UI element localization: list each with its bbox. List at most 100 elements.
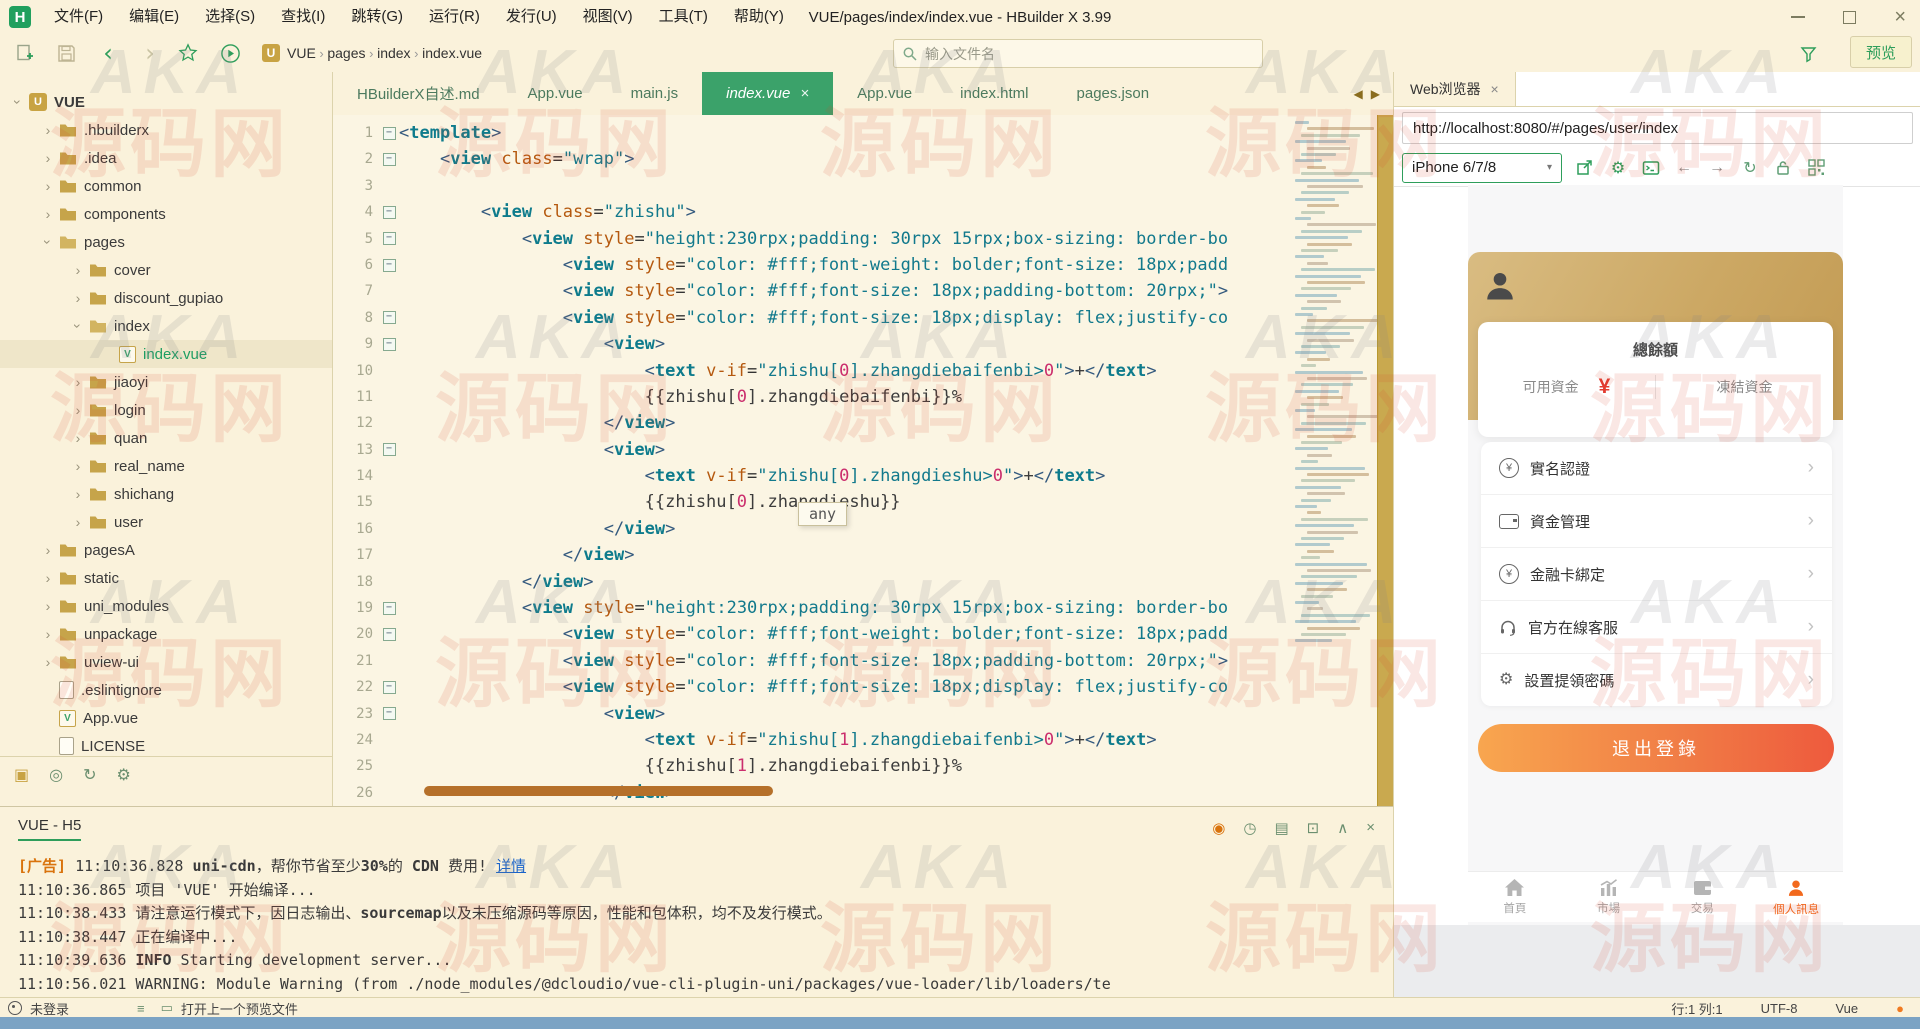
preview-file-icon[interactable]: ▭ [161, 1000, 173, 1016]
tree-item-.hbuilderx[interactable]: ›.hbuilderx [0, 116, 332, 144]
menu-item-S[interactable]: 选择(S) [192, 0, 268, 34]
user-menu-item[interactable]: 官方在線客服› [1481, 600, 1832, 653]
tree-item-uni_modules[interactable]: ›uni_modules [0, 592, 332, 620]
tab-scroll-left-icon[interactable]: ◀ [1354, 87, 1363, 101]
outline-icon[interactable]: ≡ [137, 1001, 145, 1016]
tree-item-quan[interactable]: ›quan [0, 424, 332, 452]
tree-item-pages[interactable]: ›pages [0, 228, 332, 256]
menu-item-E[interactable]: 编辑(E) [116, 0, 192, 34]
tab-index.html[interactable]: index.html [936, 72, 1052, 115]
minimize-icon[interactable] [1791, 16, 1805, 18]
detail-link[interactable]: 详情 [496, 857, 526, 875]
clear-icon[interactable]: × [1366, 819, 1375, 837]
menu-item-F[interactable]: 文件(F) [41, 0, 116, 34]
fold-icon[interactable]: − [379, 701, 399, 727]
fold-icon[interactable]: − [379, 146, 399, 172]
autocomplete-popup[interactable]: any [798, 502, 847, 526]
filetype-label[interactable]: Vue [1835, 1001, 1858, 1016]
phone-tab-首頁[interactable]: 首頁 [1468, 872, 1562, 922]
menu-item-R[interactable]: 运行(R) [416, 0, 493, 34]
notification-icon[interactable]: ● [1896, 1001, 1904, 1016]
account-status-icon[interactable] [8, 1001, 22, 1015]
tree-item-jiaoyi[interactable]: ›jiaoyi [0, 368, 332, 396]
tree-item-.idea[interactable]: ›.idea [0, 144, 332, 172]
record-icon[interactable]: ◉ [1212, 819, 1225, 837]
tab-close-icon[interactable]: × [800, 85, 809, 102]
sync-icon[interactable]: ↻ [83, 765, 96, 785]
breadcrumb-item[interactable]: pages [327, 45, 365, 61]
phone-tab-市場[interactable]: 市場 [1562, 872, 1656, 922]
history-icon[interactable]: ◷ [1243, 819, 1256, 837]
avatar[interactable] [1482, 268, 1518, 304]
explorer-icon[interactable]: ▣ [14, 765, 29, 785]
editor-horizontal-scrollbar[interactable] [424, 786, 773, 796]
collapse-icon[interactable]: ∧ [1337, 819, 1348, 837]
editor-vertical-scrollbar[interactable] [1377, 115, 1394, 806]
run-button[interactable] [218, 41, 242, 65]
fold-icon[interactable]: − [379, 331, 399, 357]
goto-file-search-input[interactable]: 输入文件名 [893, 39, 1263, 68]
lock-icon[interactable] [1773, 158, 1793, 178]
fold-icon[interactable]: − [379, 199, 399, 225]
fold-icon[interactable]: − [379, 120, 399, 146]
forward-button[interactable]: › [138, 41, 162, 65]
settings-gear-icon[interactable]: ⚙ [1608, 158, 1628, 178]
phone-tab-個人訊息[interactable]: 個人訊息 [1749, 872, 1843, 922]
tree-item-unpackage[interactable]: ›unpackage [0, 620, 332, 648]
menu-item-I[interactable]: 查找(I) [268, 0, 338, 34]
menu-item-T[interactable]: 工具(T) [646, 0, 721, 34]
report-icon[interactable]: ▤ [1274, 819, 1288, 837]
tree-item-cover[interactable]: ›cover [0, 256, 332, 284]
close-icon[interactable]: × [1894, 7, 1906, 27]
preview-button[interactable]: 预览 [1850, 36, 1912, 68]
open-previous-preview-label[interactable]: 打开上一个预览文件 [181, 999, 298, 1018]
tree-item-App.vue[interactable]: VApp.vue [0, 704, 332, 732]
export-icon[interactable]: ⊡ [1307, 819, 1320, 837]
tree-item-pagesA[interactable]: ›pagesA [0, 536, 332, 564]
tree-item-common[interactable]: ›common [0, 172, 332, 200]
encoding-label[interactable]: UTF-8 [1761, 1001, 1798, 1016]
fold-icon[interactable]: − [379, 226, 399, 252]
nav-back-icon[interactable]: ← [1674, 158, 1694, 178]
tree-item-user[interactable]: ›user [0, 508, 332, 536]
device-select[interactable]: iPhone 6/7/8 ▾ [1402, 153, 1562, 183]
breadcrumb-item[interactable]: index [377, 45, 410, 61]
maximize-icon[interactable] [1843, 11, 1856, 24]
menu-item-Y[interactable]: 帮助(Y) [721, 0, 797, 34]
tab-index.vue[interactable]: index.vue× [702, 72, 833, 115]
tree-item-uviewui[interactable]: ›uview-ui [0, 648, 332, 676]
new-file-button[interactable] [12, 41, 36, 65]
fold-icon[interactable]: − [379, 674, 399, 700]
tree-item-real_name[interactable]: ›real_name [0, 452, 332, 480]
save-button[interactable] [54, 41, 78, 65]
browser-tab[interactable]: Web浏览器 × [1394, 72, 1516, 106]
tree-item-static[interactable]: ›static [0, 564, 332, 592]
user-menu-item[interactable]: ¥實名認證› [1481, 442, 1832, 494]
menu-item-U[interactable]: 发行(U) [493, 0, 570, 34]
fold-icon[interactable]: − [379, 621, 399, 647]
fold-icon[interactable]: − [379, 437, 399, 463]
breadcrumb-item[interactable]: VUE [287, 45, 316, 61]
fold-icon[interactable]: − [379, 252, 399, 278]
console-tab[interactable]: VUE - H5 [18, 817, 81, 841]
tab-HBuilderX.md[interactable]: HBuilderX自述.md [333, 72, 504, 115]
fold-icon[interactable]: − [379, 305, 399, 331]
logout-button[interactable]: 退出登錄 [1478, 724, 1834, 772]
favorite-star-button[interactable] [176, 41, 200, 65]
tree-item-login[interactable]: ›login [0, 396, 332, 424]
tab-scroll-right-icon[interactable]: ▶ [1371, 87, 1380, 101]
refresh-icon[interactable]: ↻ [1740, 158, 1760, 178]
tab-App.vue[interactable]: App.vue [504, 72, 607, 115]
address-bar-input[interactable]: http://localhost:8080/#/pages/user/index [1402, 112, 1913, 144]
tree-item-index[interactable]: ›index [0, 312, 332, 340]
tree-item-discount_gupiao[interactable]: ›discount_gupiao [0, 284, 332, 312]
code-area[interactable]: 1−<template>2− <view class="wrap">34− <v… [333, 115, 1291, 806]
qrcode-icon[interactable] [1806, 158, 1826, 178]
tab-main.js[interactable]: main.js [607, 72, 703, 115]
breadcrumb-item[interactable]: index.vue [422, 45, 482, 61]
tab-pages.json[interactable]: pages.json [1053, 72, 1174, 115]
user-menu-item[interactable]: 資金管理› [1481, 494, 1832, 547]
nav-forward-icon[interactable]: → [1707, 158, 1727, 178]
tree-item-VUE[interactable]: ›UVUE [0, 88, 332, 116]
browser-tab-close-icon[interactable]: × [1491, 81, 1499, 97]
